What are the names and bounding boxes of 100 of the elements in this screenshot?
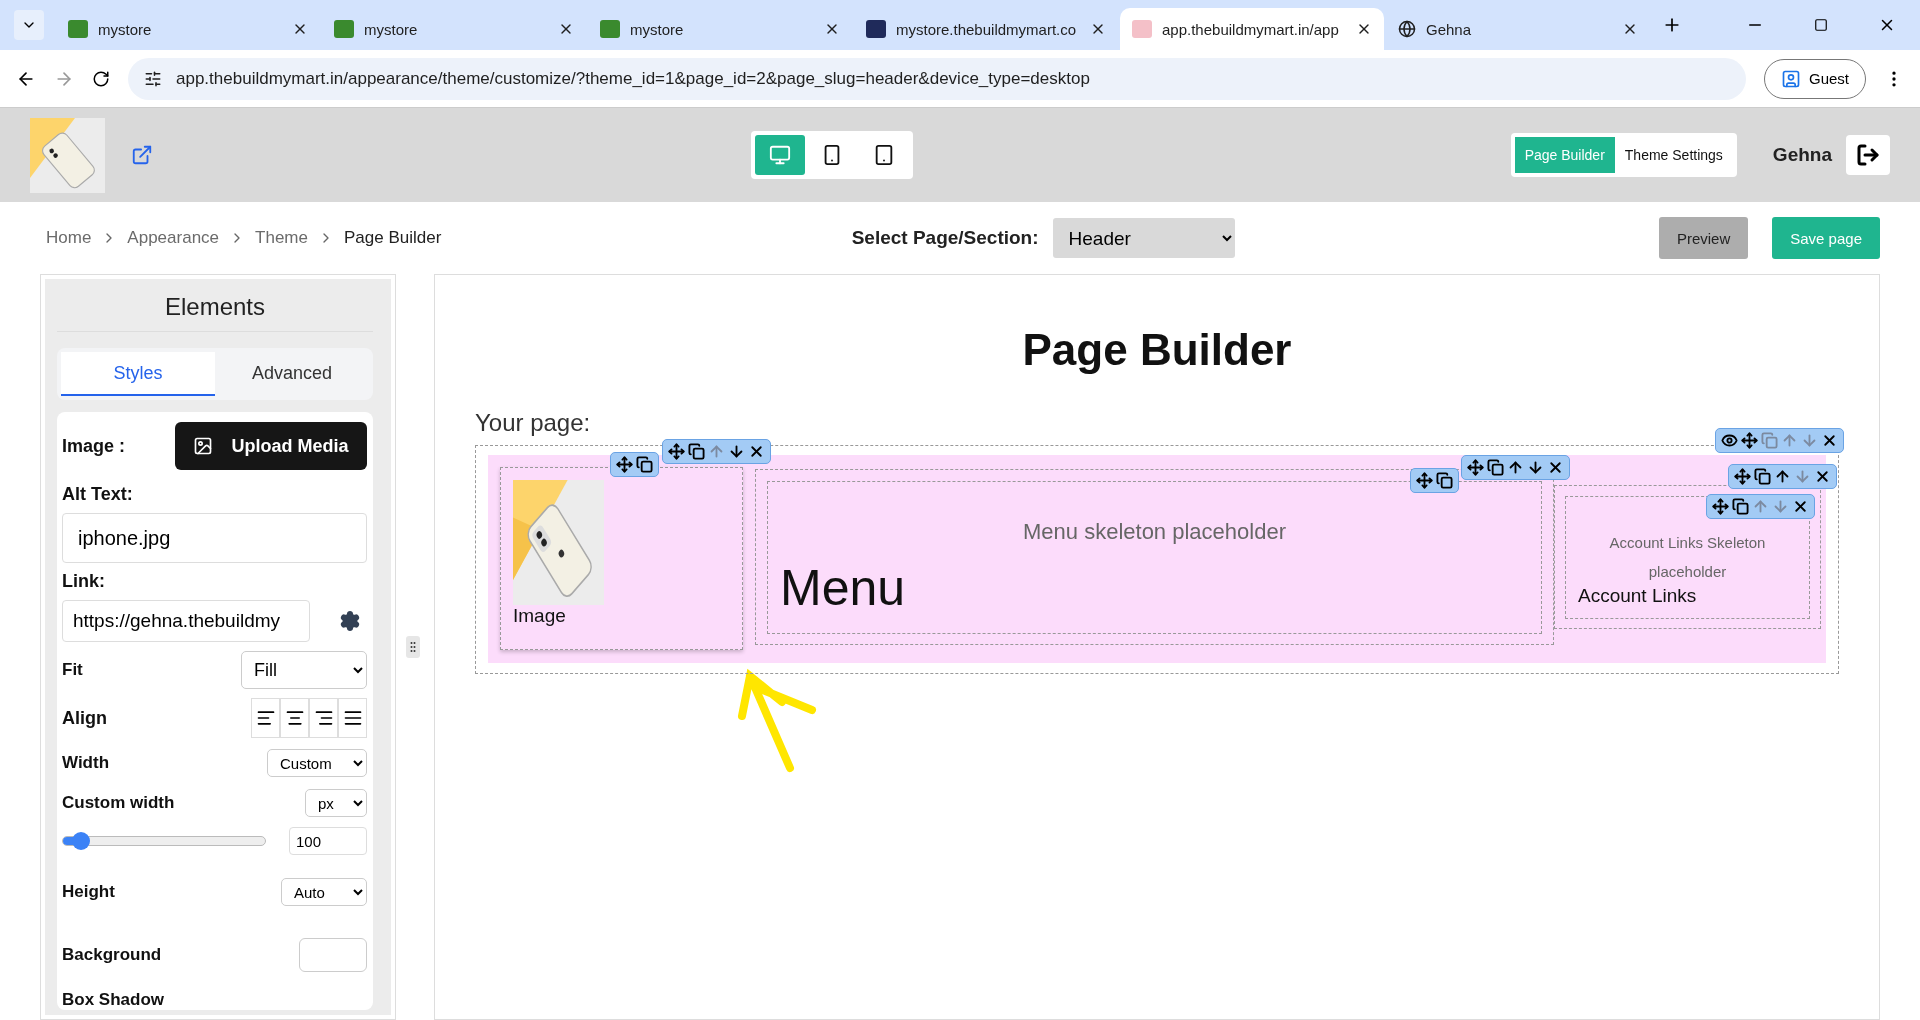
section-select[interactable]: Header: [1052, 218, 1235, 258]
fit-select[interactable]: Fill: [241, 651, 367, 689]
logout-button[interactable]: [1846, 135, 1890, 175]
tab-title: mystore: [364, 20, 419, 38]
maximize-icon[interactable]: [1814, 18, 1828, 32]
close-icon[interactable]: [1792, 498, 1809, 515]
field-label: Box Shadow: [62, 990, 165, 1010]
external-link-icon[interactable]: [131, 144, 153, 166]
browser-tab[interactable]: Gehna: [1386, 8, 1650, 50]
profile-icon: [1780, 68, 1801, 89]
url-text: app.thebuildmymart.in/appearance/theme/customize/?theme_id=1&page_id=2&page_slug=header&device_type=desktop: [176, 68, 1090, 89]
desktop-icon: [768, 144, 791, 166]
width-select[interactable]: Custom: [267, 749, 367, 777]
align-button[interactable]: [338, 698, 367, 738]
breadcrumb-item: Page Builder: [342, 228, 443, 248]
copy-icon[interactable]: [1487, 459, 1504, 476]
address-bar[interactable]: app.thebuildmymart.in/appearance/theme/customize/?theme_id=1&page_id=2&page_slug=header&device_type=desktop: [128, 57, 1746, 100]
color-swatch[interactable]: [299, 938, 367, 972]
close-icon[interactable]: [1814, 468, 1831, 485]
placeholder-text: Menu skeleton placeholder: [1022, 518, 1287, 546]
site-favicon-icon: [600, 20, 620, 38]
tab-title: Gehna: [1426, 20, 1473, 38]
browser-tab[interactable]: mystore: [322, 8, 586, 50]
eye-icon[interactable]: [1721, 432, 1738, 449]
down-icon[interactable]: [1527, 459, 1544, 476]
field-label: Image :: [62, 435, 126, 457]
move-icon[interactable]: [1416, 472, 1433, 489]
browser-tab[interactable]: mystore: [56, 8, 320, 50]
site-favicon-icon: [1132, 20, 1152, 38]
site-favicon-icon: [68, 20, 88, 38]
align-left-icon: [255, 708, 276, 728]
breadcrumb-item[interactable]: Appearance: [121, 228, 226, 248]
panel-tab[interactable]: Styles: [61, 352, 215, 396]
height-select[interactable]: Auto: [281, 878, 367, 906]
tab-title: mystore: [630, 20, 685, 38]
field-label: Custom width: [62, 793, 175, 813]
field-label: Alt Text:: [62, 484, 134, 505]
move-icon[interactable]: [1741, 432, 1758, 449]
panel-tab[interactable]: Advanced: [215, 352, 369, 396]
unit-select[interactable]: px: [305, 789, 367, 817]
tab-title: mystore.thebuildmymart.co: [896, 20, 1078, 38]
align-right-icon: [313, 708, 334, 728]
user-name: Gehna: [1772, 144, 1832, 166]
align-button[interactable]: [280, 698, 309, 738]
globe-icon: [1398, 20, 1416, 38]
resize-handle[interactable]: [406, 636, 420, 658]
image-icon: [193, 436, 214, 456]
tab-search-button[interactable]: [14, 10, 44, 40]
move-icon[interactable]: [616, 456, 633, 473]
upload-button[interactable]: Upload Media: [175, 422, 367, 470]
align-button[interactable]: [309, 698, 338, 738]
site-favicon-icon: [334, 20, 354, 38]
grip-icon: [410, 641, 416, 653]
move-icon[interactable]: [1712, 498, 1729, 515]
settings-icon[interactable]: [339, 610, 361, 632]
up-icon[interactable]: [1507, 459, 1524, 476]
site-info-icon[interactable]: [144, 69, 162, 88]
move-icon[interactable]: [1734, 468, 1751, 485]
copy-icon[interactable]: [1436, 472, 1453, 489]
logout-icon: [1856, 143, 1880, 167]
copy-icon[interactable]: [1732, 498, 1749, 515]
section-heading: Your page:: [475, 409, 591, 437]
alt-text-field[interactable]: iphone.jpg: [62, 513, 367, 563]
account-links-text: Account Links: [1578, 586, 1698, 607]
menu-text: Menu: [780, 560, 907, 616]
link-field[interactable]: https://gehna.thebuildmy: [62, 600, 310, 642]
canvas-title: Page Builder: [1021, 325, 1293, 375]
close-icon[interactable]: [1547, 459, 1564, 476]
profile-button[interactable]: Guest: [1763, 58, 1866, 99]
align-justify-icon: [342, 708, 363, 728]
move-icon[interactable]: [668, 443, 685, 460]
align-button[interactable]: [251, 698, 280, 738]
copy-icon[interactable]: [636, 456, 653, 473]
close-icon[interactable]: [748, 443, 765, 460]
field-label: Fit: [62, 660, 83, 680]
placeholder-text: Account Links Skeleton placeholder: [1608, 533, 1767, 582]
width-field[interactable]: 100: [289, 827, 367, 855]
image-caption: Image: [513, 605, 567, 627]
preview-button[interactable]: Preview: [1658, 217, 1749, 259]
field-label: Link:: [62, 571, 106, 592]
field-label: Align: [62, 707, 107, 729]
field-label: Height: [62, 882, 115, 902]
copy-icon[interactable]: [688, 443, 705, 460]
close-icon[interactable]: [1821, 432, 1838, 449]
move-icon[interactable]: [1467, 459, 1484, 476]
up-icon[interactable]: [1774, 468, 1791, 485]
tab-title: app.thebuildmymart.in/app: [1162, 20, 1340, 38]
browser-tab[interactable]: mystore.thebuildmymart.co: [854, 8, 1118, 50]
section-label: Select Page/Section:: [851, 227, 1039, 249]
copy-icon[interactable]: [1754, 468, 1771, 485]
tab-title: mystore: [98, 20, 153, 38]
browser-tab[interactable]: mystore: [588, 8, 852, 50]
field-label: Width: [62, 753, 110, 773]
breadcrumb-item[interactable]: Theme: [249, 228, 314, 248]
reload-icon[interactable]: [92, 69, 110, 88]
site-favicon-icon: [866, 20, 886, 38]
down-icon[interactable]: [728, 443, 745, 460]
panel-title: Elements: [57, 279, 373, 332]
breadcrumb-item[interactable]: Home: [40, 228, 98, 248]
browser-tab[interactable]: app.thebuildmymart.in/app: [1120, 8, 1384, 50]
